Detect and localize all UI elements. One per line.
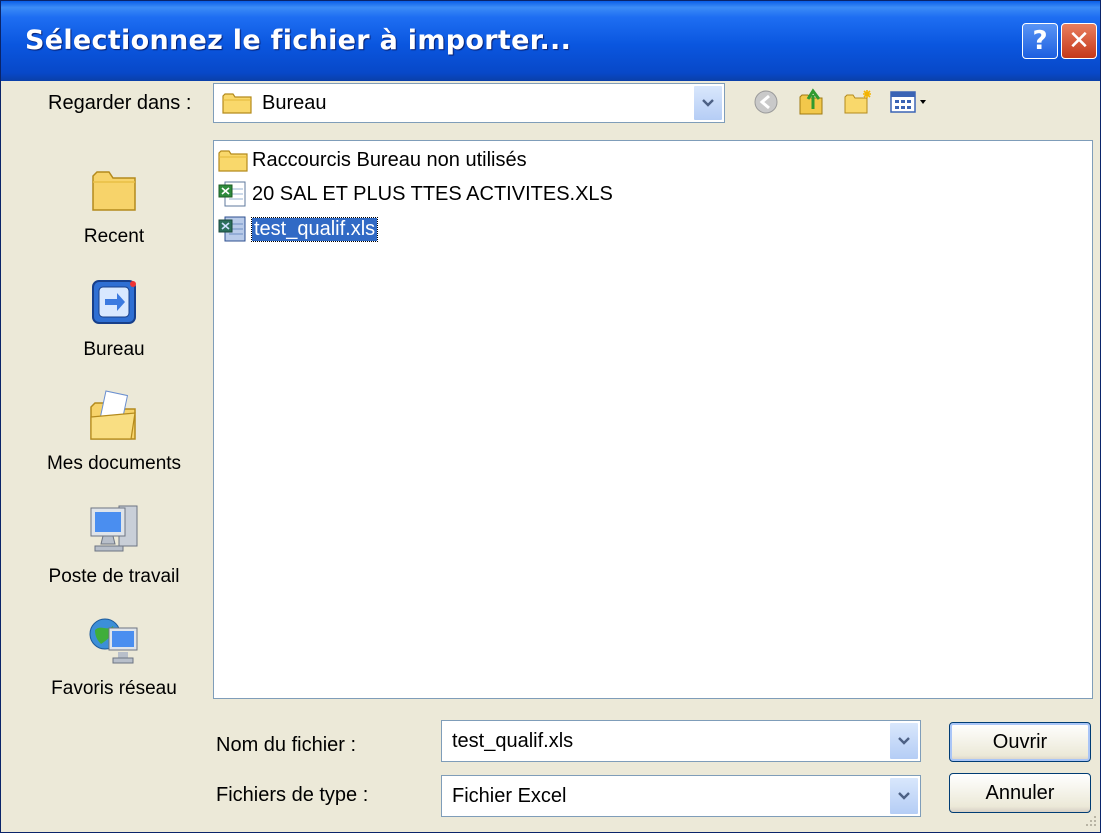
recent-folder-icon bbox=[92, 171, 136, 211]
desktop-icon bbox=[92, 280, 136, 324]
lookin-dropdown-button[interactable] bbox=[693, 85, 723, 121]
list-item[interactable]: test_qualif.xls bbox=[218, 214, 379, 244]
filetype-label: Fichiers de type : bbox=[216, 784, 369, 806]
excel-file-icon bbox=[218, 181, 246, 207]
back-icon[interactable] bbox=[751, 87, 781, 117]
place-label: Poste de travail bbox=[48, 566, 180, 587]
dialog-title: Sélectionnez le fichier à importer... bbox=[25, 25, 572, 56]
place-label: Recent bbox=[83, 226, 145, 247]
file-open-dialog: Sélectionnez le fichier à importer... ? … bbox=[0, 0, 1101, 833]
place-label: Bureau bbox=[83, 339, 145, 360]
folder-icon bbox=[218, 150, 248, 172]
file-name: Raccourcis Bureau non utilisés bbox=[252, 148, 527, 171]
network-places-icon bbox=[89, 618, 138, 664]
new-folder-icon[interactable] bbox=[843, 87, 873, 117]
up-folder-icon[interactable] bbox=[797, 87, 827, 117]
place-label: Mes documents bbox=[46, 453, 182, 474]
my-computer-icon bbox=[90, 505, 138, 552]
lookin-dropdown[interactable]: Bureau bbox=[213, 83, 725, 123]
file-list[interactable]: Raccourcis Bureau non utilisés 20 SAL ET… bbox=[213, 140, 1093, 699]
open-button[interactable]: Ouvrir bbox=[949, 722, 1091, 762]
place-network-places[interactable]: Favoris réseau bbox=[31, 614, 197, 700]
filetype-value: Fichier Excel bbox=[452, 784, 567, 807]
filetype-dropdown[interactable]: Fichier Excel bbox=[441, 775, 921, 817]
lookin-label: Regarder dans : bbox=[48, 92, 192, 114]
chevron-down-icon bbox=[702, 99, 714, 107]
list-item[interactable]: Raccourcis Bureau non utilisés bbox=[218, 145, 527, 175]
chevron-down-icon bbox=[898, 792, 910, 800]
resize-grip-icon[interactable] bbox=[1081, 813, 1099, 831]
list-item[interactable]: 20 SAL ET PLUS TTES ACTIVITES.XLS bbox=[218, 179, 613, 209]
chevron-down-icon bbox=[898, 737, 910, 745]
filename-value: test_qualif.xls bbox=[452, 729, 574, 752]
file-name: test_qualif.xls bbox=[250, 216, 379, 242]
place-desktop[interactable]: Bureau bbox=[31, 275, 197, 361]
places-bar: Recent Bureau Mes documents Poste de tra… bbox=[31, 142, 197, 715]
close-button[interactable]: ✕ bbox=[1061, 23, 1097, 59]
file-name: 20 SAL ET PLUS TTES ACTIVITES.XLS bbox=[252, 182, 613, 205]
view-menu-icon[interactable] bbox=[889, 87, 937, 117]
place-label: Favoris réseau bbox=[51, 678, 177, 699]
place-my-computer[interactable]: Poste de travail bbox=[31, 502, 197, 588]
filename-dropdown-button[interactable] bbox=[889, 722, 919, 760]
cancel-button[interactable]: Annuler bbox=[949, 773, 1091, 813]
lookin-value: Bureau bbox=[262, 91, 327, 114]
help-button[interactable]: ? bbox=[1022, 23, 1058, 59]
excel-file-icon bbox=[218, 216, 246, 242]
folder-icon bbox=[222, 93, 252, 114]
filename-field[interactable]: test_qualif.xls bbox=[441, 720, 921, 762]
filename-label: Nom du fichier : bbox=[216, 734, 357, 756]
place-my-documents[interactable]: Mes documents bbox=[31, 389, 197, 475]
title-bar[interactable]: Sélectionnez le fichier à importer... ? … bbox=[1, 1, 1100, 81]
place-recent[interactable]: Recent bbox=[31, 162, 197, 248]
filetype-dropdown-button[interactable] bbox=[889, 777, 919, 815]
my-documents-icon bbox=[90, 390, 136, 440]
